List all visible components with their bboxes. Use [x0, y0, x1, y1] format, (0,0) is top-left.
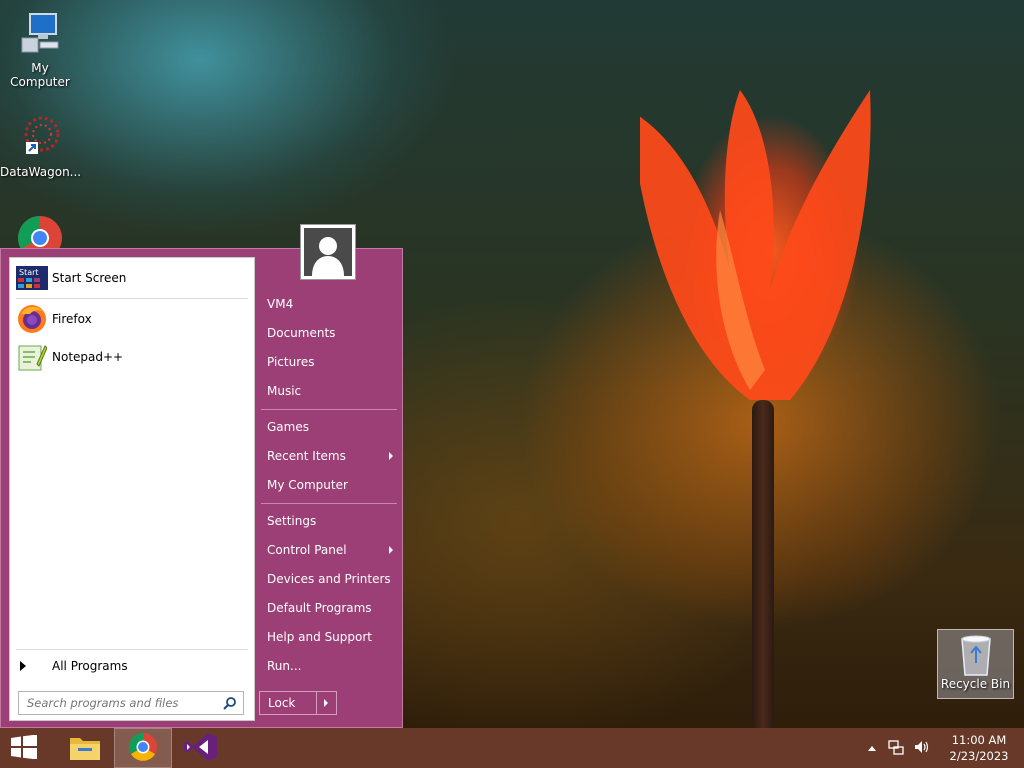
- start-screen-icon: Start: [16, 262, 48, 294]
- recycle-bin-icon: [956, 633, 996, 677]
- clock-date: 2/23/2023: [949, 749, 1009, 763]
- start-item-games[interactable]: Games: [259, 414, 399, 440]
- start-item-my-computer[interactable]: My Computer: [259, 472, 399, 498]
- program-firefox[interactable]: Firefox: [10, 301, 254, 337]
- lock-options-arrow-icon[interactable]: [324, 699, 328, 707]
- taskbar-visual-studio[interactable]: [172, 728, 230, 768]
- start-item-label: My Computer: [267, 478, 348, 492]
- desktop-icon-datawagon[interactable]: DataWagon...: [0, 112, 82, 179]
- start-right-separator: [261, 409, 397, 410]
- chrome-icon: [128, 732, 158, 765]
- volume-icon[interactable]: [914, 739, 930, 758]
- start-item-label: Music: [267, 384, 302, 398]
- desktop-icon-my-computer[interactable]: My Computer: [0, 8, 80, 89]
- program-label: Start Screen: [52, 271, 127, 285]
- start-item-music[interactable]: Music: [259, 378, 399, 404]
- desktop-icon-chrome[interactable]: [0, 212, 80, 248]
- taskbar: 11:00 AM 2/23/2023: [0, 728, 1024, 768]
- datawagon-icon: [0, 112, 80, 163]
- start-button[interactable]: [0, 728, 48, 768]
- start-right-separator: [261, 503, 397, 504]
- start-item-pictures[interactable]: Pictures: [259, 349, 399, 375]
- wallpaper-tulip: [640, 90, 871, 400]
- all-programs-label: All Programs: [52, 659, 128, 673]
- start-item-run[interactable]: Run...: [259, 653, 399, 679]
- search-icon[interactable]: [223, 696, 237, 713]
- network-icon[interactable]: [888, 739, 904, 758]
- desktop-icon-label: DataWagon...: [0, 165, 82, 179]
- start-item-label: Documents: [267, 326, 336, 340]
- lock-divider: [316, 692, 317, 714]
- submenu-arrow-icon: [389, 452, 393, 460]
- all-programs-separator: [16, 649, 248, 650]
- all-programs-button[interactable]: All Programs: [10, 654, 254, 678]
- start-item-control-panel[interactable]: Control Panel: [259, 537, 399, 563]
- program-start-screen[interactable]: Start Start Screen: [10, 260, 254, 296]
- taskbar-clock[interactable]: 11:00 AM 2/23/2023: [944, 732, 1014, 764]
- program-label: Notepad++: [52, 350, 124, 364]
- visual-studio-icon: [184, 732, 218, 765]
- file-explorer-icon: [68, 732, 102, 765]
- search-box[interactable]: [18, 691, 244, 715]
- notepadpp-icon: [16, 341, 48, 373]
- clock-time: 11:00 AM: [951, 733, 1007, 747]
- start-item-label: Default Programs: [267, 601, 372, 615]
- program-notepadpp[interactable]: Notepad++: [10, 339, 254, 375]
- submenu-arrow-icon: [389, 546, 393, 554]
- taskbar-file-explorer[interactable]: [56, 728, 114, 768]
- start-item-default-programs[interactable]: Default Programs: [259, 595, 399, 621]
- system-tray: 11:00 AM 2/23/2023: [868, 728, 1024, 768]
- start-item-help-support[interactable]: Help and Support: [259, 624, 399, 650]
- start-item-label: Recent Items: [267, 449, 346, 463]
- start-item-settings[interactable]: Settings: [259, 508, 399, 534]
- wallpaper-stem: [752, 400, 774, 730]
- start-item-label: Devices and Printers: [267, 572, 391, 586]
- user-icon: [304, 228, 352, 276]
- triangle-right-icon: [20, 661, 26, 671]
- start-item-documents[interactable]: Documents: [259, 320, 399, 346]
- start-item-devices-printers[interactable]: Devices and Printers: [259, 566, 399, 592]
- start-item-label: Run...: [267, 659, 302, 673]
- desktop-icon-recycle-bin[interactable]: Recycle Bin: [937, 629, 1014, 699]
- start-item-label: Settings: [267, 514, 317, 528]
- start-item-label: Control Panel: [267, 543, 347, 557]
- computer-icon: [0, 8, 80, 59]
- start-item-label: Games: [267, 420, 309, 434]
- program-label: Firefox: [52, 312, 92, 326]
- windows-start-icon: [11, 734, 37, 762]
- desktop-icon-label: Recycle Bin: [940, 677, 1011, 691]
- start-screen-icon-text: Start: [19, 268, 39, 277]
- start-menu: Start Start Screen Firefox Notepad++ All…: [0, 248, 403, 728]
- start-menu-programs-pane: Start Start Screen Firefox Notepad++ All…: [9, 257, 255, 721]
- search-input[interactable]: [25, 695, 215, 711]
- show-hidden-icons-chevron-icon[interactable]: [868, 745, 876, 751]
- programs-separator: [16, 298, 248, 299]
- user-avatar[interactable]: [300, 224, 356, 280]
- chrome-icon: [0, 212, 80, 248]
- start-item-label: Pictures: [267, 355, 315, 369]
- start-item-label: VM4: [267, 297, 294, 311]
- taskbar-chrome[interactable]: [114, 728, 172, 768]
- lock-label: Lock: [268, 696, 296, 710]
- start-item-vm4[interactable]: VM4: [259, 291, 399, 317]
- firefox-icon: [16, 303, 48, 335]
- lock-button[interactable]: Lock: [259, 691, 337, 715]
- start-item-recent-items[interactable]: Recent Items: [259, 443, 399, 469]
- start-item-label: Help and Support: [267, 630, 372, 644]
- desktop-icon-label: My Computer: [10, 61, 70, 89]
